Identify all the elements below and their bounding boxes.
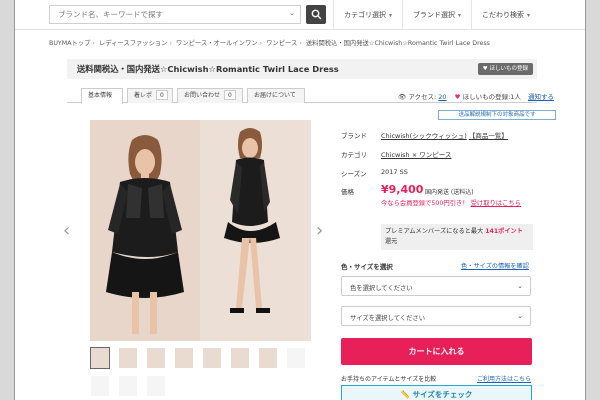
size-check-button[interactable]: 📏 サイズをチェック [341, 385, 532, 400]
tab-count: 0 [224, 90, 236, 100]
size-check-label: サイズをチェック [412, 390, 473, 399]
tab-label: お問い合わせ [184, 92, 221, 99]
promo-text: 今なら会員登録で500円引き！ 受け取りはこちら [381, 199, 531, 209]
access-count[interactable]: 20 [438, 93, 446, 101]
tab-count: 0 [156, 90, 168, 100]
brand-label: ブランド [341, 132, 367, 140]
tab-inquiry[interactable]: お問い合わせ 0 [177, 88, 243, 103]
compare-text: お手持ちのアイテムとサイズを比較 [341, 376, 437, 383]
page-frame: ブランド名、キーワードで探す ⌄ カテゴリ選択 ▾ ブランド選択 ▾ こだわり検索 ▾… [14, 0, 586, 400]
shipping-note: 国内発送 (送料込) [425, 189, 474, 196]
chevron-down-icon: ▾ [458, 12, 462, 19]
brand-link[interactable]: Chicwish(シックウィッシュ) [381, 132, 467, 140]
thumbnail[interactable] [231, 348, 249, 368]
ruler-icon: 📏 [400, 390, 410, 399]
notice-badge[interactable]: 送品解説規制下の対象商品です [438, 110, 556, 120]
breadcrumb-item: 送料関税込・国内発送☆Chicwish☆Romantic Twirl Lace … [305, 40, 490, 47]
fav-count: ほしいもの登録:1人 [462, 93, 521, 101]
search-button[interactable] [306, 5, 326, 24]
chevron-left-icon[interactable]: ‹ [63, 220, 70, 241]
premium-box: プレミアムメンバーズになると最大 141ポイント 還元 [381, 224, 533, 250]
thumbnail[interactable] [203, 348, 221, 368]
tab-label: 基本情報 [88, 92, 113, 99]
premium-text: プレミアムメンバーズになると最大 [385, 228, 484, 235]
category-link[interactable]: Chicwish × ワンピース [381, 149, 451, 159]
favorite-button-label: ほしいもの登録 [489, 66, 528, 72]
thumbnail[interactable] [119, 348, 137, 368]
thumbnail[interactable] [91, 376, 109, 396]
product-photo-illustration [90, 120, 311, 341]
size-info-link[interactable]: 色・サイズの情報を確認 [461, 261, 529, 270]
breadcrumb-item[interactable]: ワンピース [266, 40, 297, 47]
search-placeholder: ブランド名、キーワードで探す [58, 10, 163, 19]
thumbnail[interactable] [175, 348, 193, 368]
selection-label: 色・サイズを選択 [341, 263, 393, 271]
search-icon [311, 9, 322, 20]
premium-suffix: 還元 [385, 238, 398, 245]
tab-label: 着レポ [134, 92, 153, 99]
promo-label: 今なら会員登録で500円引き！ [381, 200, 469, 207]
chevron-down-icon: ⌄ [517, 312, 523, 320]
brand-value: Chicwish(シックウィッシュ) 【商品一覧】 [381, 130, 508, 140]
thumbnail[interactable] [90, 347, 110, 369]
category-label: カテゴリ [341, 151, 367, 159]
top-bar: ブランド名、キーワードで探す ⌄ カテゴリ選択 ▾ ブランド選択 ▾ こだわり検索 ▾ [15, 0, 585, 30]
color-select[interactable]: 色を選択してください ⌄ [341, 276, 531, 296]
access-label: アクセス: [408, 93, 437, 101]
heart-icon: ♥ [482, 66, 488, 72]
add-to-cart-button[interactable]: カートに入れる [341, 338, 532, 365]
breadcrumb-item[interactable]: レディースファッション [99, 40, 168, 47]
tab-basic-info[interactable]: 基本情報 [81, 88, 123, 104]
season-value: 2017 SS [381, 168, 408, 176]
product-photo [90, 120, 311, 341]
nav-advanced-label: こだわり検索 [482, 11, 525, 19]
product-title: 送料関税込・国内発送☆Chicwish☆Romantic Twirl Lace … [77, 64, 339, 74]
price-label: 価格 [341, 188, 354, 196]
breadcrumb-item[interactable]: ワンピース・オールインワン [176, 40, 258, 47]
heart-icon: ♥ [454, 93, 461, 101]
nav-brand[interactable]: ブランド選択 ▾ [402, 0, 471, 30]
product-title-bar: 送料関税込・国内発送☆Chicwish☆Romantic Twirl Lace … [67, 59, 537, 79]
notify-link[interactable]: 通知する [528, 93, 554, 101]
premium-points: 141ポイント [485, 228, 523, 235]
thumbnail[interactable] [259, 348, 277, 368]
eye-icon: 👁 [398, 93, 407, 101]
promo-link[interactable]: 受け取りはこちら [471, 200, 521, 207]
nav-brand-label: ブランド選択 [413, 11, 456, 19]
chevron-down-icon: ⌄ [289, 9, 295, 17]
top-nav: カテゴリ選択 ▾ ブランド選択 ▾ こだわり検索 ▾ [333, 0, 540, 30]
brand-items-link[interactable]: 【商品一覧】 [469, 132, 508, 140]
favorite-button[interactable]: ♥ ほしいもの登録 [477, 63, 533, 75]
thumbnail[interactable] [147, 376, 165, 396]
thumbnail[interactable] [287, 348, 305, 368]
price-value: ¥9,400 [381, 183, 424, 196]
size-select[interactable]: サイズを選択してください ⌄ [341, 306, 531, 326]
nav-advanced-search[interactable]: こだわり検索 ▾ [471, 0, 540, 30]
tab-wear-report[interactable]: 着レポ 0 [127, 88, 173, 103]
thumbnail[interactable] [119, 376, 137, 396]
breadcrumb: BUYMAトップ › レディースファッション › ワンピース・オールインワン › ワン… [49, 40, 490, 47]
color-select-text: 色を選択してください [350, 285, 413, 292]
nav-category-label: カテゴリ選択 [344, 11, 386, 19]
search-input[interactable]: ブランド名、キーワードで探す ⌄ [49, 5, 301, 24]
thumbnail[interactable] [147, 348, 165, 368]
tab-label: お届けについて [254, 92, 296, 99]
chevron-down-icon: ▾ [389, 12, 393, 19]
chevron-right-icon[interactable]: › [316, 220, 323, 241]
tab-delivery[interactable]: お届けについて [247, 88, 305, 103]
season-label: シーズン [341, 170, 367, 178]
access-stats: 👁 アクセス: 20 ♥ ほしいもの登録:1人 通知する [398, 91, 554, 101]
chevron-down-icon: ▾ [527, 12, 531, 19]
breadcrumb-item[interactable]: BUYMAトップ [49, 40, 90, 47]
howto-link[interactable]: ご利用方法はこちら [477, 374, 531, 383]
size-select-text: サイズを選択してください [350, 315, 425, 322]
nav-category[interactable]: カテゴリ選択 ▾ [333, 0, 402, 30]
chevron-down-icon: ⌄ [517, 282, 523, 290]
